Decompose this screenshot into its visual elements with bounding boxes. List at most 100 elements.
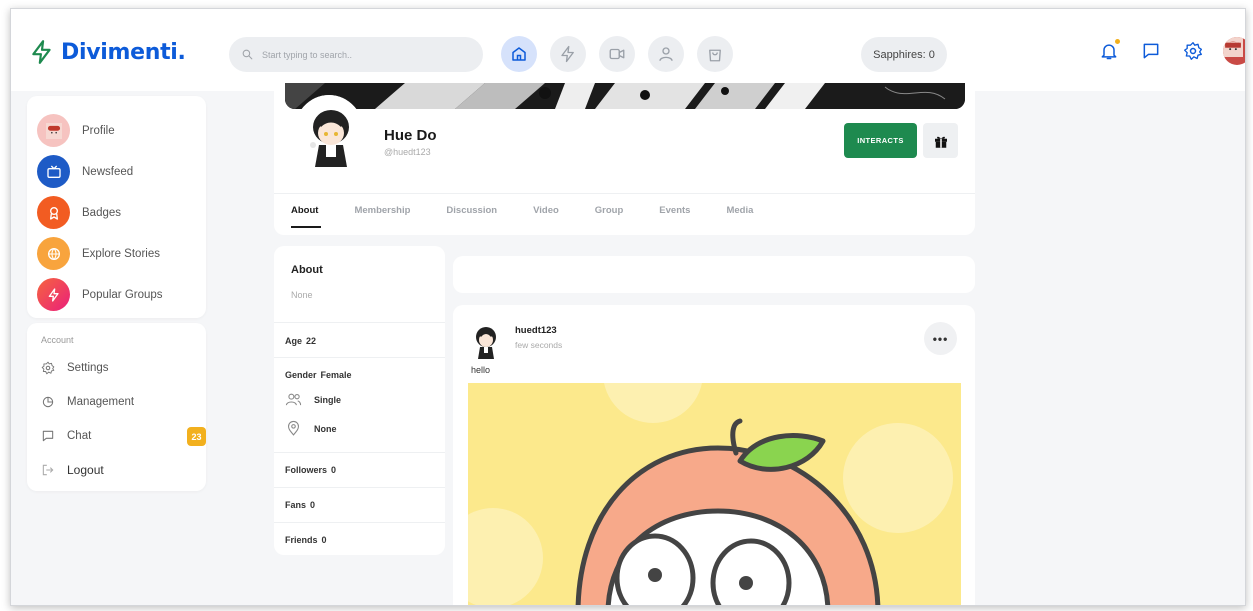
location-line: None bbox=[285, 420, 337, 437]
location-pin-icon bbox=[288, 420, 299, 436]
explore-icon-circle bbox=[37, 237, 70, 270]
sidebar-item-label: Settings bbox=[67, 362, 109, 374]
cover-pattern bbox=[285, 83, 965, 109]
followers-value: 0 bbox=[331, 465, 337, 475]
account-section-title: Account bbox=[41, 335, 74, 345]
pie-chart-icon bbox=[42, 396, 54, 408]
main-nav bbox=[501, 36, 733, 72]
fans-value: 0 bbox=[310, 500, 316, 510]
nav-home-button[interactable] bbox=[501, 36, 537, 72]
profile-header-card: Hue Do @huedt123 INTERACTS About Members… bbox=[274, 83, 975, 235]
sidebar-item-explore-stories[interactable]: Explore Stories bbox=[37, 233, 206, 274]
profile-avatar[interactable] bbox=[293, 95, 365, 175]
search-input[interactable] bbox=[262, 49, 462, 60]
friends-row[interactable]: Friends 0 bbox=[274, 522, 445, 555]
logo[interactable]: Divimenti. bbox=[29, 39, 186, 65]
age-value: 22 bbox=[306, 336, 317, 346]
top-header: Divimenti. Sapphires: 0 bbox=[11, 9, 1245, 91]
sidebar-item-newsfeed[interactable]: Newsfeed bbox=[37, 151, 206, 192]
sidebar-item-label: Explore Stories bbox=[82, 247, 160, 260]
profile-avatar-image bbox=[45, 122, 62, 139]
post-author-avatar[interactable] bbox=[471, 323, 501, 361]
badges-icon-circle bbox=[37, 196, 70, 229]
sidebar-item-label: Chat bbox=[67, 430, 92, 442]
about-card: About None Age 22 Gender Female Single Non… bbox=[274, 246, 445, 555]
nav-video-button[interactable] bbox=[599, 36, 635, 72]
profile-name: Hue Do bbox=[384, 127, 437, 144]
sidebar-item-logout[interactable]: Logout bbox=[41, 453, 206, 487]
post-timestamp: few seconds bbox=[515, 340, 563, 350]
sidebar-item-badges[interactable]: Badges bbox=[37, 192, 206, 233]
sidebar-item-label: Logout bbox=[67, 463, 104, 477]
anime-avatar-image bbox=[293, 95, 365, 175]
app-window: Divimenti. Sapphires: 0 bbox=[10, 8, 1246, 606]
newsfeed-icon-circle bbox=[37, 155, 70, 188]
header-actions bbox=[1097, 37, 1245, 65]
tab-group[interactable]: Group bbox=[595, 205, 624, 228]
groups-icon-circle bbox=[37, 278, 70, 311]
sidebar-item-settings[interactable]: Settings bbox=[41, 351, 206, 385]
notification-dot bbox=[1115, 39, 1120, 44]
search-bar[interactable] bbox=[229, 37, 483, 72]
post-author-name[interactable]: huedt123 bbox=[515, 325, 557, 336]
sidebar-account-menu: Account Settings Management Chat 23 Logo… bbox=[27, 323, 206, 491]
tab-video[interactable]: Video bbox=[533, 205, 559, 228]
sidebar-item-label: Popular Groups bbox=[82, 288, 163, 301]
tab-media[interactable]: Media bbox=[726, 205, 753, 228]
peach-character-illustration bbox=[468, 383, 961, 605]
relationship-value: Single bbox=[314, 394, 342, 405]
gender-row: Gender Female Single None bbox=[274, 357, 445, 452]
create-post-card[interactable] bbox=[453, 256, 975, 293]
sapphires-balance[interactable]: Sapphires: 0 bbox=[861, 37, 947, 72]
sidebar-item-popular-groups[interactable]: Popular Groups bbox=[37, 274, 206, 315]
search-icon bbox=[242, 49, 253, 60]
users-icon bbox=[285, 393, 302, 406]
avatar bbox=[37, 114, 70, 147]
relationship-line: Single bbox=[285, 391, 341, 408]
notifications-button[interactable] bbox=[1097, 39, 1121, 63]
followers-row[interactable]: Followers 0 bbox=[274, 452, 445, 487]
user-icon bbox=[659, 47, 673, 61]
tab-events[interactable]: Events bbox=[659, 205, 690, 228]
avatar-image bbox=[1223, 37, 1243, 57]
nav-user-button[interactable] bbox=[648, 36, 684, 72]
message-icon bbox=[1143, 43, 1159, 59]
profile-divider bbox=[274, 193, 975, 194]
followers-label: Followers bbox=[285, 465, 328, 475]
lightning-icon bbox=[561, 45, 574, 63]
friends-value: 0 bbox=[321, 535, 327, 545]
post-image[interactable] bbox=[468, 383, 961, 605]
sidebar-item-label: Newsfeed bbox=[82, 165, 134, 178]
messages-button[interactable] bbox=[1139, 39, 1163, 63]
sidebar-item-label: Profile bbox=[82, 124, 115, 137]
profile-handle: @huedt123 bbox=[384, 147, 431, 157]
lightning-icon bbox=[32, 40, 51, 64]
post-text: hello bbox=[471, 365, 491, 375]
lightning-icon bbox=[48, 287, 59, 302]
avatar[interactable] bbox=[1223, 37, 1245, 65]
fans-line: Fans 0 bbox=[285, 500, 315, 510]
sidebar-item-chat[interactable]: Chat 23 bbox=[41, 419, 206, 453]
sidebar-item-management[interactable]: Management bbox=[41, 385, 206, 419]
gender-label: Gender bbox=[285, 370, 317, 380]
nav-lightning-button[interactable] bbox=[550, 36, 586, 72]
gift-icon bbox=[934, 136, 947, 148]
anime-avatar-image bbox=[471, 323, 501, 361]
tab-about[interactable]: About bbox=[291, 205, 322, 228]
logo-text: Divimenti. bbox=[61, 39, 186, 65]
gear-icon bbox=[41, 361, 55, 375]
age-label: Age bbox=[285, 336, 303, 346]
friends-line: Friends 0 bbox=[285, 535, 327, 545]
nav-shop-button[interactable] bbox=[697, 36, 733, 72]
award-icon bbox=[49, 206, 58, 220]
gift-button[interactable] bbox=[923, 123, 958, 158]
tab-discussion[interactable]: Discussion bbox=[446, 205, 497, 228]
tab-membership[interactable]: Membership bbox=[354, 205, 410, 228]
chat-icon bbox=[42, 430, 54, 442]
settings-button[interactable] bbox=[1181, 39, 1205, 63]
fans-row[interactable]: Fans 0 bbox=[274, 487, 445, 522]
interacts-button[interactable]: INTERACTS bbox=[844, 123, 917, 158]
post-menu-button[interactable]: ••• bbox=[924, 322, 957, 355]
sidebar-item-profile[interactable]: Profile bbox=[37, 110, 206, 151]
age-row: Age 22 bbox=[274, 322, 445, 357]
